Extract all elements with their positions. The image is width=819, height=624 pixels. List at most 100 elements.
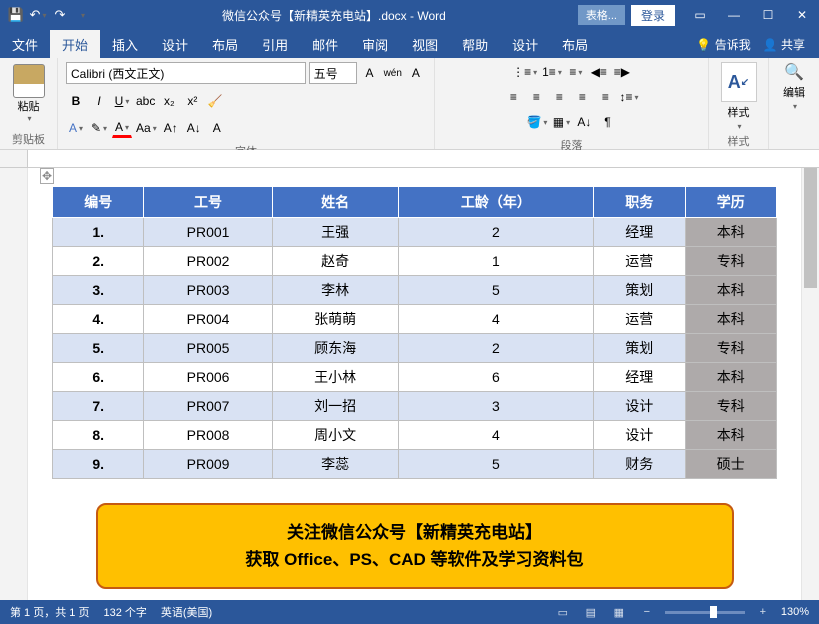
page-status[interactable]: 第 1 页，共 1 页 (10, 604, 89, 620)
subscript-button[interactable]: x₂ (159, 91, 179, 111)
table-row[interactable]: 3.PR003李林5策划本科 (53, 276, 777, 305)
table-cell[interactable]: PR009 (144, 450, 272, 479)
font-size-select[interactable] (309, 62, 357, 84)
tab-design[interactable]: 设计 (150, 30, 200, 58)
grow-font-icon[interactable]: A (360, 63, 380, 83)
table-cell[interactable]: 张萌萌 (272, 305, 398, 334)
vertical-scrollbar[interactable] (801, 168, 819, 600)
tab-mail[interactable]: 邮件 (300, 30, 350, 58)
table-cell[interactable]: 4. (53, 305, 144, 334)
table-cell[interactable]: PR004 (144, 305, 272, 334)
tab-insert[interactable]: 插入 (100, 30, 150, 58)
superscript-button[interactable]: x² (182, 91, 202, 111)
table-cell[interactable]: 4 (398, 305, 593, 334)
page[interactable]: ✥ 编号工号姓名工龄（年）职务学历 1.PR001王强2经理本科2.PR002赵… (28, 168, 801, 600)
ribbon-options-icon[interactable]: ▭ (683, 0, 717, 30)
word-count[interactable]: 132 个字 (103, 604, 146, 620)
table-cell[interactable]: PR008 (144, 421, 272, 450)
multilevel-icon[interactable]: ≡▾ (566, 62, 586, 82)
table-cell[interactable]: 设计 (594, 392, 685, 421)
table-cell[interactable]: 1 (398, 247, 593, 276)
inc-indent-icon[interactable]: ≡▶ (612, 62, 632, 82)
table-cell[interactable]: 3. (53, 276, 144, 305)
styles-dropdown-icon[interactable]: ▾ (737, 122, 741, 131)
table-row[interactable]: 1.PR001王强2经理本科 (53, 218, 777, 247)
table-row[interactable]: 6.PR006王小林6经理本科 (53, 363, 777, 392)
paste-dropdown-icon[interactable]: ▾ (27, 114, 31, 123)
undo-icon[interactable]: ↶▾ (30, 7, 46, 23)
shrink-font-button[interactable]: A↓ (184, 118, 204, 138)
align-left-icon[interactable]: ≡ (503, 87, 523, 107)
tab-help[interactable]: 帮助 (450, 30, 500, 58)
table-cell[interactable]: 周小文 (272, 421, 398, 450)
table-cell[interactable]: 策划 (594, 276, 685, 305)
borders-icon[interactable]: ▦▾ (551, 112, 571, 132)
table-cell[interactable]: 本科 (685, 305, 777, 334)
table-cell[interactable]: 硕士 (685, 450, 777, 479)
sort-icon[interactable]: A↓ (574, 112, 594, 132)
table-cell[interactable]: 5. (53, 334, 144, 363)
table-cell[interactable]: 财务 (594, 450, 685, 479)
table-cell[interactable]: PR005 (144, 334, 272, 363)
justify-icon[interactable]: ≡ (572, 87, 592, 107)
line-spacing-icon[interactable]: ↕≡▾ (618, 87, 639, 107)
tab-layout[interactable]: 布局 (200, 30, 250, 58)
redo-icon[interactable]: ↷ (52, 7, 68, 23)
distributed-icon[interactable]: ≡ (595, 87, 615, 107)
table-header[interactable]: 职务 (594, 187, 685, 218)
table-cell[interactable]: 2. (53, 247, 144, 276)
highlight-icon[interactable]: ✎▾ (89, 118, 109, 138)
close-icon[interactable]: ✕ (785, 0, 819, 30)
grow-font-button[interactable]: A↑ (161, 118, 181, 138)
table-cell[interactable]: 3 (398, 392, 593, 421)
edit-dropdown-icon[interactable]: ▾ (793, 102, 797, 111)
table-row[interactable]: 9.PR009李蕊5财务硕士 (53, 450, 777, 479)
table-cell[interactable]: PR007 (144, 392, 272, 421)
web-layout-icon[interactable]: ▦ (609, 604, 629, 620)
underline-button[interactable]: U▾ (112, 91, 132, 111)
tab-file[interactable]: 文件 (0, 30, 50, 58)
table-cell[interactable]: PR001 (144, 218, 272, 247)
text-effects-icon[interactable]: A▾ (66, 118, 86, 138)
tab-view[interactable]: 视图 (400, 30, 450, 58)
table-cell[interactable]: 本科 (685, 421, 777, 450)
language-status[interactable]: 英语(美国) (161, 604, 212, 620)
table-cell[interactable]: 本科 (685, 276, 777, 305)
table-cell[interactable]: 刘一招 (272, 392, 398, 421)
tell-me[interactable]: 💡 告诉我 (696, 36, 750, 53)
find-icon[interactable]: 🔍 (784, 62, 804, 82)
numbering-icon[interactable]: 1≡▾ (541, 62, 563, 82)
phonetic-icon[interactable]: wén (383, 63, 403, 83)
tab-table-design[interactable]: 设计 (500, 30, 550, 58)
table-row[interactable]: 2.PR002赵奇1运营专科 (53, 247, 777, 276)
table-row[interactable]: 5.PR005顾东海2策划专科 (53, 334, 777, 363)
table-cell[interactable]: 专科 (685, 392, 777, 421)
clear-format-icon[interactable]: 🧹 (205, 91, 225, 111)
font-name-select[interactable] (66, 62, 306, 84)
change-case-icon[interactable]: Aa▾ (135, 118, 158, 138)
table-cell[interactable]: 6 (398, 363, 593, 392)
char-shading-icon[interactable]: A (207, 118, 227, 138)
minimize-icon[interactable]: — (717, 0, 751, 30)
table-cell[interactable]: 本科 (685, 363, 777, 392)
table-row[interactable]: 7.PR007刘一招3设计专科 (53, 392, 777, 421)
table-cell[interactable]: 本科 (685, 218, 777, 247)
edit-button[interactable]: 编辑 (783, 84, 805, 100)
table-cell[interactable]: 专科 (685, 247, 777, 276)
tab-home[interactable]: 开始 (50, 30, 100, 58)
table-cell[interactable]: 2 (398, 334, 593, 363)
table-cell[interactable]: 1. (53, 218, 144, 247)
table-header[interactable]: 工号 (144, 187, 272, 218)
table-cell[interactable]: 6. (53, 363, 144, 392)
dec-indent-icon[interactable]: ◀≡ (589, 62, 609, 82)
table-cell[interactable]: 王小林 (272, 363, 398, 392)
paste-icon[interactable] (13, 64, 45, 98)
zoom-thumb[interactable] (710, 606, 717, 618)
styles-button[interactable]: 样式 (728, 104, 750, 120)
table-cell[interactable]: 运营 (594, 247, 685, 276)
save-icon[interactable]: 💾 (8, 7, 24, 23)
table-header[interactable]: 编号 (53, 187, 144, 218)
zoom-level[interactable]: 130% (781, 606, 809, 618)
data-table[interactable]: 编号工号姓名工龄（年）职务学历 1.PR001王强2经理本科2.PR002赵奇1… (52, 186, 777, 479)
table-cell[interactable]: 设计 (594, 421, 685, 450)
